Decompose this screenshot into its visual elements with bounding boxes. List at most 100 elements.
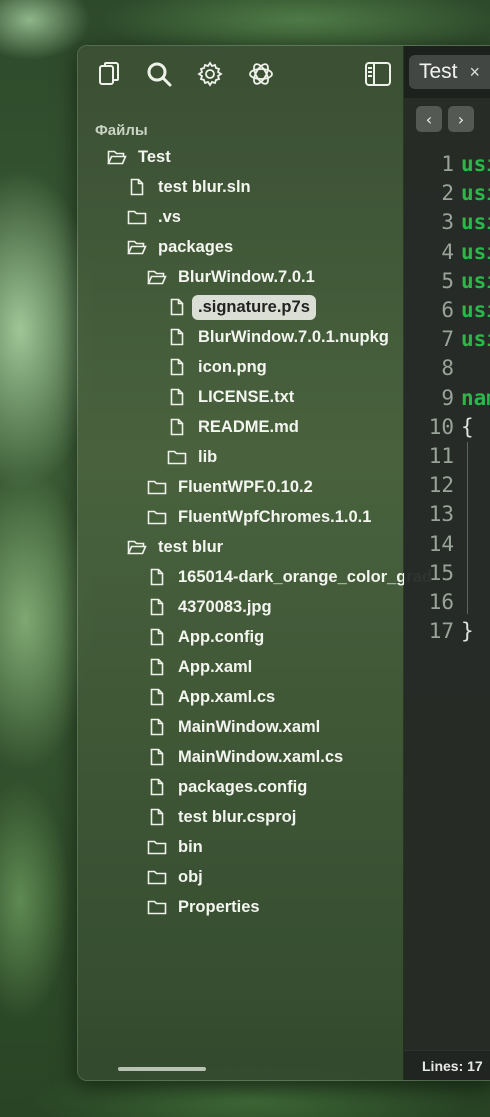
line-number: 1 bbox=[441, 152, 454, 176]
settings-icon[interactable] bbox=[193, 57, 227, 91]
code-text: { bbox=[461, 414, 474, 439]
folder-open-icon bbox=[127, 537, 147, 557]
code-line: 6 usi bbox=[404, 298, 490, 327]
tree-file-item[interactable]: test blur.sln bbox=[127, 172, 251, 202]
file-icon bbox=[147, 807, 167, 827]
code-line: 7 usi bbox=[404, 327, 490, 356]
line-number: 9 bbox=[441, 385, 454, 410]
sidebar-scrollbar[interactable] bbox=[118, 1067, 206, 1071]
code-text: usi bbox=[461, 268, 490, 293]
code-line: 12 bbox=[404, 473, 490, 502]
code-line: 16 bbox=[404, 590, 490, 619]
code-line: 4 usi bbox=[404, 240, 490, 269]
tree-file-item[interactable]: MainWindow.xaml.cs bbox=[147, 742, 343, 772]
tree-file-item[interactable]: 4370083.jpg bbox=[147, 592, 272, 622]
tree-folder-item[interactable]: test blur bbox=[127, 532, 223, 562]
tree-file-item[interactable]: BlurWindow.7.0.1.nupkg bbox=[167, 322, 389, 352]
nav-bar: ‹ › bbox=[404, 98, 490, 138]
line-number: 3 bbox=[441, 210, 454, 235]
tree-item-label: test blur bbox=[158, 537, 224, 556]
status-bar: Lines: 17 bbox=[404, 1050, 490, 1080]
code-line: 1 usi bbox=[404, 152, 490, 181]
folder-icon bbox=[147, 837, 167, 857]
folder-open-icon bbox=[127, 237, 147, 257]
file-icon bbox=[147, 687, 167, 707]
forward-icon[interactable]: › bbox=[448, 106, 474, 132]
tree-folder-item[interactable]: lib bbox=[167, 442, 217, 472]
copy-icon[interactable] bbox=[92, 57, 126, 91]
app-window: Файлы Test test blur.sln .vs packages BlurWi… bbox=[77, 45, 490, 1081]
tree-file-item[interactable]: .signature.p7s bbox=[167, 292, 316, 322]
code-text: nam bbox=[461, 385, 490, 410]
tree-item-label: Properties bbox=[178, 897, 260, 916]
close-icon[interactable]: × bbox=[470, 62, 481, 83]
openai-icon[interactable] bbox=[244, 57, 278, 91]
tree-file-item[interactable]: App.xaml bbox=[147, 652, 252, 682]
line-number: 6 bbox=[441, 298, 454, 322]
tab-test[interactable]: Test × bbox=[409, 55, 490, 89]
tree-file-item[interactable]: README.md bbox=[167, 412, 299, 442]
tree-folder-item[interactable]: FluentWpfChromes.1.0.1 bbox=[147, 502, 371, 532]
tree-file-item[interactable]: App.xaml.cs bbox=[147, 682, 275, 712]
file-icon bbox=[147, 717, 167, 737]
code-line: 9 nam bbox=[404, 386, 490, 415]
file-icon bbox=[147, 747, 167, 767]
tree-folder-item[interactable]: BlurWindow.7.0.1 bbox=[147, 262, 315, 292]
search-icon[interactable] bbox=[142, 57, 176, 91]
tree-item-label: LICENSE.txt bbox=[198, 387, 295, 406]
tree-file-item[interactable]: App.config bbox=[147, 622, 264, 652]
code-area[interactable]: 1 usi 2 usi 3 usi 4 usi 5 usi 6 usi 7 usi 8 9 nam 10 {11 12… bbox=[404, 144, 490, 1049]
tree-file-item[interactable]: LICENSE.txt bbox=[167, 382, 294, 412]
tab-bar: Test × bbox=[404, 46, 490, 99]
file-icon bbox=[147, 597, 167, 617]
code-line: 15 bbox=[404, 561, 490, 590]
tree-item-label: BlurWindow.7.0.1 bbox=[178, 267, 315, 286]
tree-item-label: 4370083.jpg bbox=[178, 597, 272, 616]
back-icon[interactable]: ‹ bbox=[416, 106, 442, 132]
tree-item-label: App.config bbox=[178, 627, 265, 646]
code-text: usi bbox=[461, 298, 490, 322]
folder-icon bbox=[147, 507, 167, 527]
file-icon bbox=[127, 177, 147, 197]
tree-folder-item[interactable]: bin bbox=[147, 832, 203, 862]
folder-icon bbox=[147, 477, 167, 497]
code-line: 14 bbox=[404, 532, 490, 561]
file-sidebar: Файлы Test test blur.sln .vs packages BlurWi… bbox=[78, 46, 432, 1080]
tree-folder-item[interactable]: .vs bbox=[127, 202, 181, 232]
file-icon bbox=[167, 297, 187, 317]
folder-icon bbox=[147, 867, 167, 887]
editor-pane: Test × ‹ › 1 usi 2 usi 3 usi 4 usi 5 usi 6 usi 7 usi 8… bbox=[404, 46, 490, 1080]
tree-file-item[interactable]: packages.config bbox=[147, 772, 307, 802]
folder-open-icon bbox=[147, 267, 167, 287]
sidebar-toolbar bbox=[78, 46, 403, 101]
folder-open-icon bbox=[107, 147, 127, 167]
tree-item-label: App.xaml.cs bbox=[178, 687, 276, 706]
line-number: 12 bbox=[428, 473, 454, 498]
line-number: 4 bbox=[441, 239, 454, 264]
code-line: 17} bbox=[404, 619, 490, 648]
tree-folder-item[interactable]: Test bbox=[107, 142, 171, 172]
tree-item-label: bin bbox=[178, 837, 203, 856]
tree-item-label: Test bbox=[138, 147, 171, 166]
line-number: 7 bbox=[441, 327, 454, 352]
tree-file-item[interactable]: icon.png bbox=[167, 352, 267, 382]
code-text: usi bbox=[461, 327, 490, 352]
code-text: } bbox=[461, 619, 474, 644]
file-icon bbox=[167, 417, 187, 437]
tree-folder-item[interactable]: packages bbox=[127, 232, 233, 262]
line-number: 2 bbox=[441, 181, 454, 206]
sidebar-toggle-icon[interactable] bbox=[361, 57, 395, 91]
tree-item-label: packages.config bbox=[178, 777, 308, 796]
tree-item-label: .signature.p7s bbox=[192, 294, 316, 320]
file-icon bbox=[167, 387, 187, 407]
tree-file-item[interactable]: MainWindow.xaml bbox=[147, 712, 320, 742]
tree-file-item[interactable]: test blur.csproj bbox=[147, 802, 296, 832]
tree-folder-item[interactable]: obj bbox=[147, 862, 203, 892]
line-number: 17 bbox=[428, 619, 454, 644]
file-icon bbox=[167, 357, 187, 377]
tree-folder-item[interactable]: FluentWPF.0.10.2 bbox=[147, 472, 313, 502]
tree-item-label: BlurWindow.7.0.1.nupkg bbox=[198, 327, 389, 346]
folder-icon bbox=[127, 207, 147, 227]
tree-folder-item[interactable]: Properties bbox=[147, 892, 260, 922]
tree-file-item[interactable]: 165014-dark_orange_color_grad bbox=[147, 562, 432, 592]
